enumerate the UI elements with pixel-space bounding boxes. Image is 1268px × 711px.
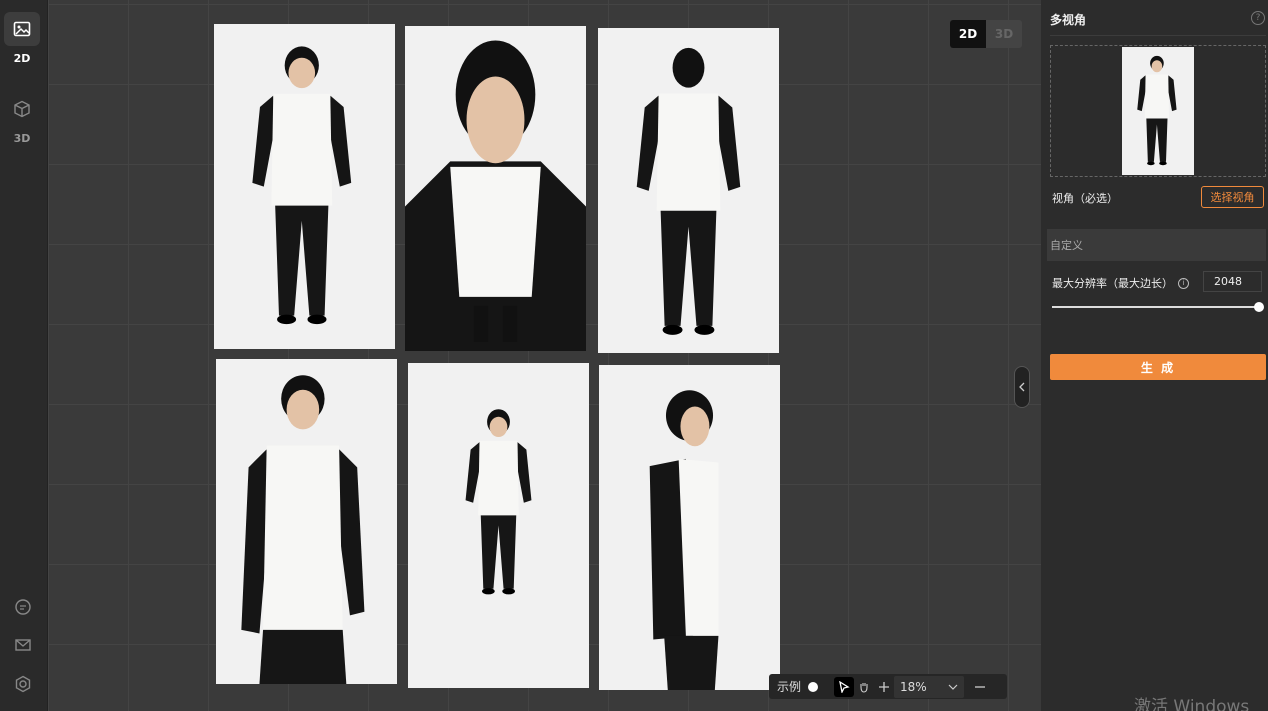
generated-image-3[interactable] <box>598 28 779 353</box>
zoom-value: 18% <box>900 679 927 694</box>
rail-item-label: 3D <box>13 132 31 145</box>
cursor-icon <box>839 680 850 693</box>
resolution-label-row: 最大分辨率（最大边长） i <box>1052 275 1189 291</box>
settings-panel: 多视角 ? 视角（必选） 选择视角 最大分辨率（最大边长） i 生 成 <box>1041 0 1268 711</box>
left-rail: 2D 3D <box>0 0 48 711</box>
select-view-button[interactable]: 选择视角 <box>1201 186 1264 208</box>
generate-button[interactable]: 生 成 <box>1050 354 1266 380</box>
os-activation-watermark: 激活 Windows <box>1134 697 1250 711</box>
rail-item-label: 2D <box>13 52 31 65</box>
zoom-select[interactable]: 18% <box>894 675 965 698</box>
example-label: 示例 <box>777 680 802 694</box>
zoom-in-button[interactable] <box>874 677 894 697</box>
generated-image-1[interactable] <box>214 24 395 349</box>
generated-image-6[interactable] <box>599 365 780 690</box>
reference-image-thumbnail <box>1122 47 1194 175</box>
resolution-input[interactable] <box>1203 271 1262 292</box>
canvas-toolbar: 示例 18% <box>769 674 1007 699</box>
collapse-panel-button[interactable] <box>1014 366 1030 408</box>
minus-icon <box>975 685 986 688</box>
mail-icon[interactable] <box>12 634 34 656</box>
chat-icon[interactable] <box>12 596 34 618</box>
generated-image-2[interactable] <box>405 26 586 351</box>
settings-icon[interactable] <box>12 673 34 695</box>
help-icon[interactable]: ? <box>1251 11 1265 25</box>
chevron-left-icon <box>1019 382 1025 392</box>
reference-image-upload[interactable] <box>1050 45 1266 177</box>
plus-icon <box>879 681 890 692</box>
cube-icon <box>4 92 40 126</box>
slider-handle[interactable] <box>1254 302 1264 312</box>
hand-icon <box>860 682 868 693</box>
rail-item-3d[interactable]: 3D <box>4 92 40 145</box>
hand-tool-button[interactable] <box>854 677 874 697</box>
rail-item-2d[interactable]: 2D <box>4 12 40 65</box>
divider <box>1050 35 1266 36</box>
slider-fill <box>1052 306 1259 308</box>
custom-view-input[interactable] <box>1047 229 1266 261</box>
info-icon[interactable]: i <box>1178 277 1189 289</box>
generated-image-5[interactable] <box>408 363 589 688</box>
panel-title: 多视角 <box>1050 13 1087 27</box>
mode-2d-button[interactable]: 2D <box>950 20 986 48</box>
mode-3d-button[interactable]: 3D <box>986 20 1022 48</box>
example-toggle[interactable]: 示例 <box>769 678 819 695</box>
resolution-label: 最大分辨率（最大边长） <box>1052 277 1173 290</box>
view-label: 视角（必选） <box>1052 192 1118 205</box>
resolution-slider[interactable] <box>1052 302 1264 312</box>
zoom-out-button[interactable] <box>970 677 990 697</box>
generated-image-4[interactable] <box>216 359 397 684</box>
mode-toggle: 2D 3D <box>950 20 1022 48</box>
select-tool-button[interactable] <box>834 676 855 697</box>
canvas[interactable]: 2D 3D 示例 18% <box>48 0 1041 711</box>
toggle-dot-icon <box>808 681 819 692</box>
chevron-down-icon <box>948 684 958 690</box>
image-icon <box>4 12 40 46</box>
